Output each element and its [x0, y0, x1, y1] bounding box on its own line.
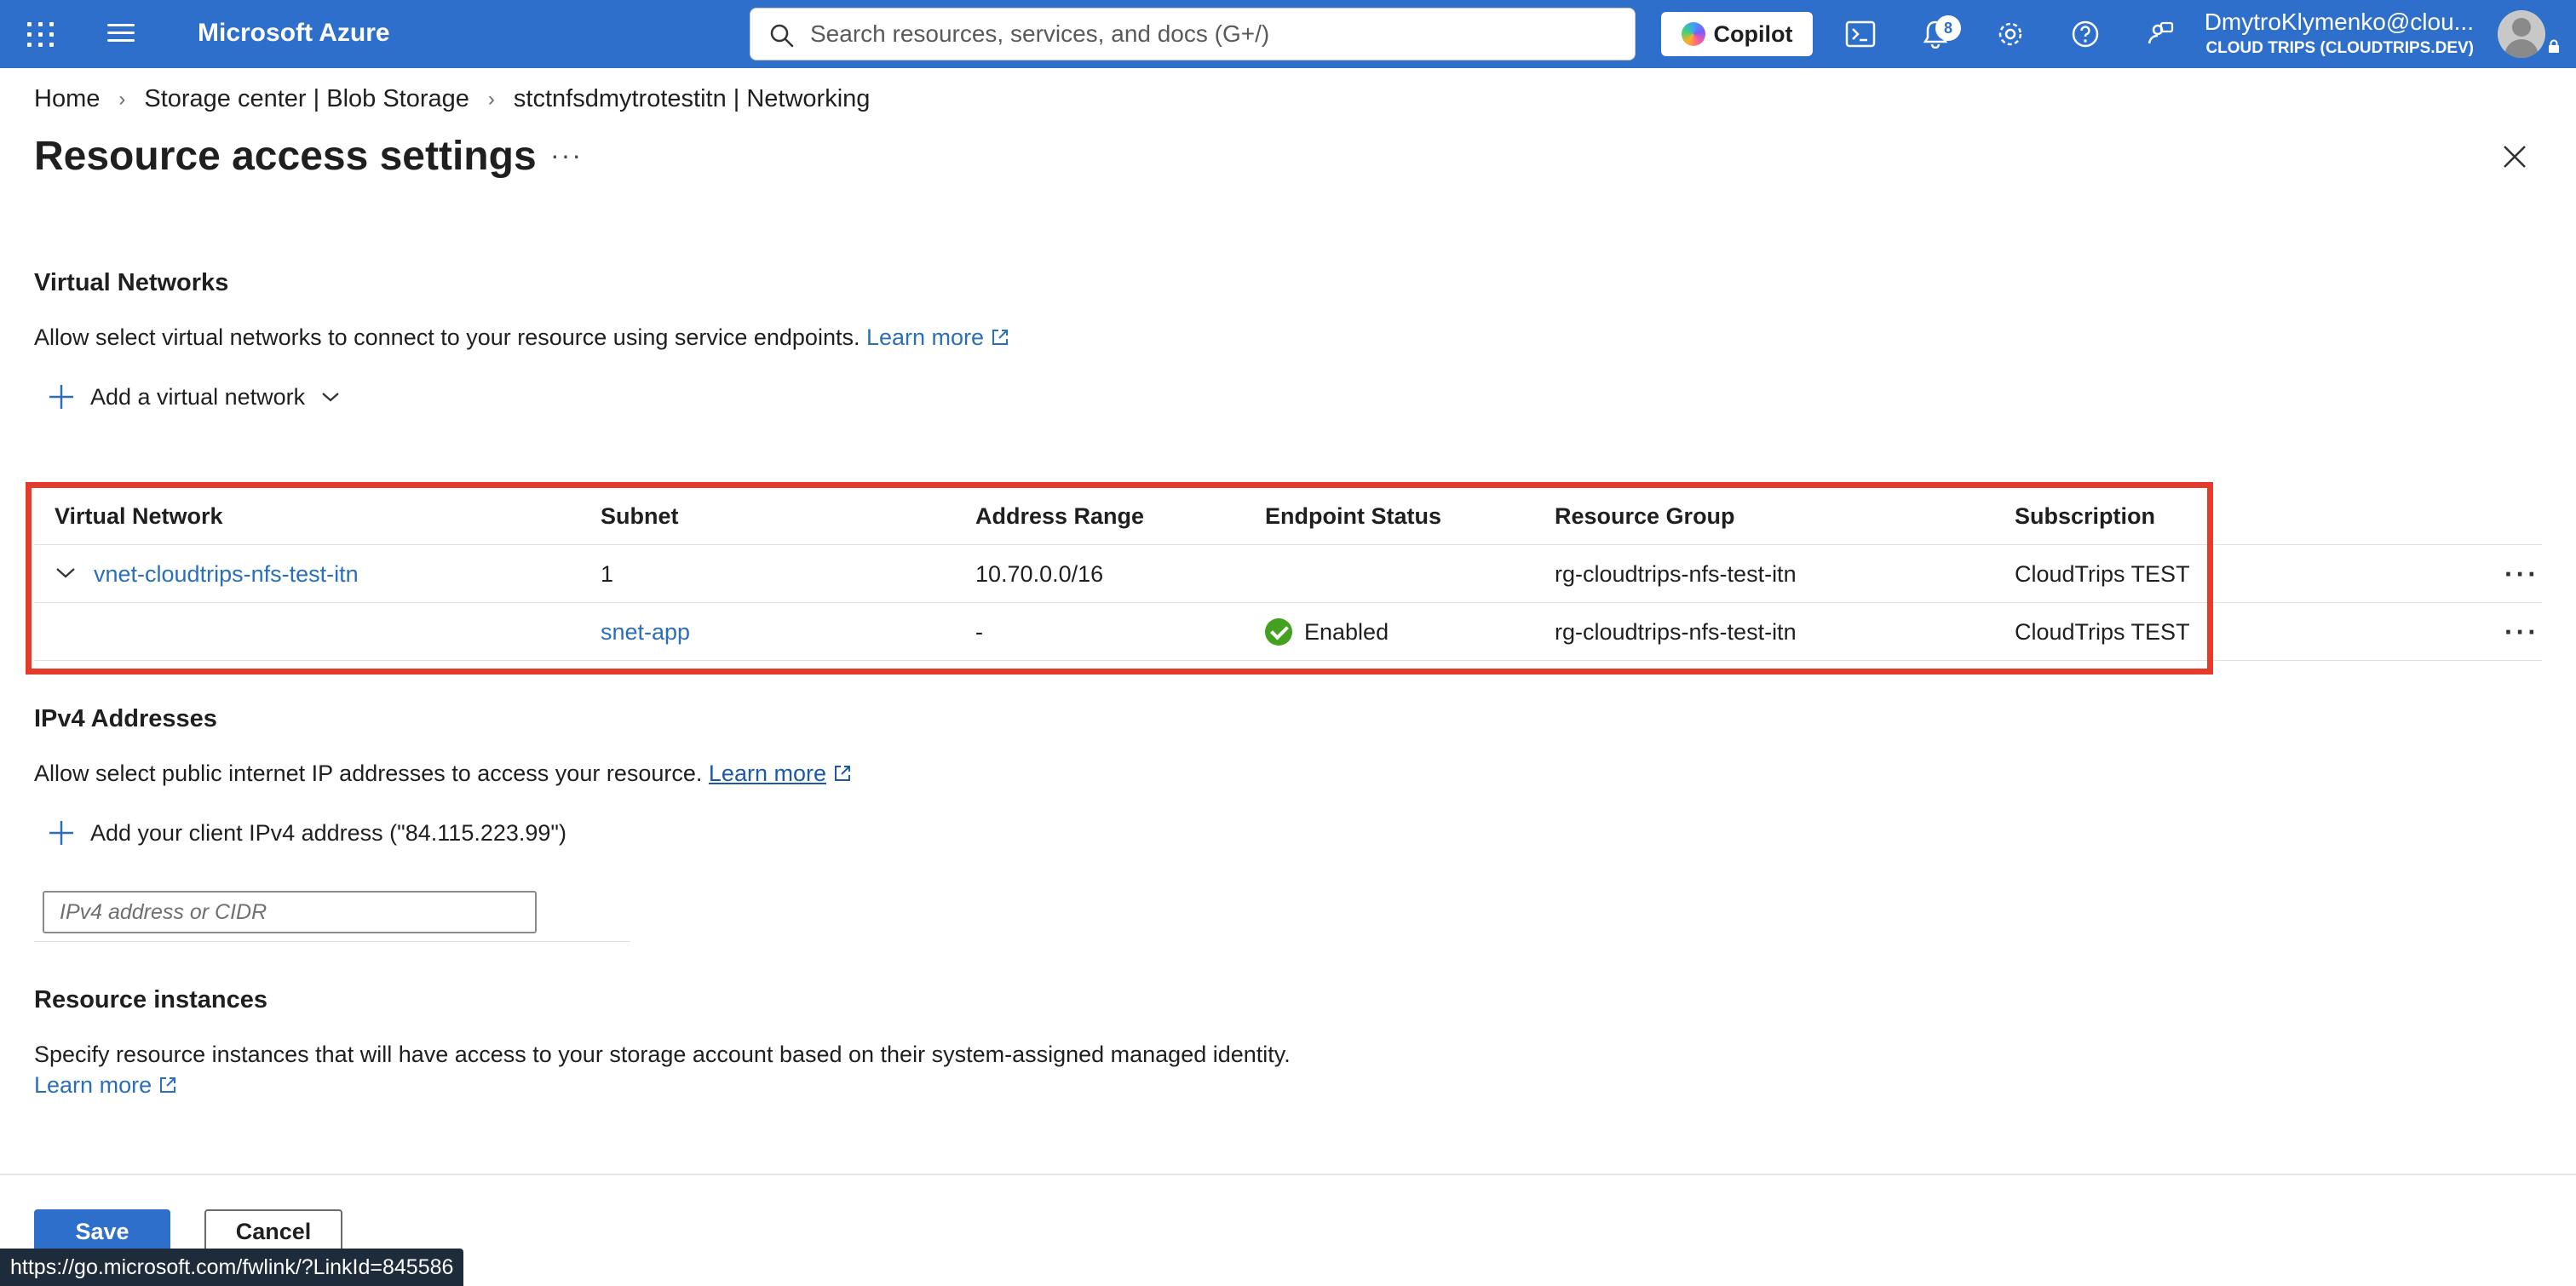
chevron-right-icon: › [118, 87, 126, 111]
copilot-button[interactable]: Copilot [1661, 12, 1813, 56]
row-more-actions-button[interactable]: ··· [2504, 545, 2539, 603]
add-virtual-network-button[interactable]: Add a virtual network [48, 383, 341, 410]
external-link-icon [160, 1077, 176, 1093]
copilot-icon [1681, 22, 1705, 46]
account-tenant: CLOUD TRIPS (CLOUDTRIPS.DEV) [2205, 39, 2474, 57]
cloud-shell-icon[interactable] [1843, 17, 1877, 51]
search-input[interactable] [810, 17, 1611, 51]
account-menu[interactable]: DmytroKlymenko@clou... CLOUD TRIPS (CLOU… [2205, 9, 2474, 58]
account-name: DmytroKlymenko@clou... [2204, 9, 2474, 35]
virtual-networks-learn-more-link[interactable]: Learn more [866, 324, 1009, 350]
row-more-actions-button[interactable]: ··· [2504, 603, 2539, 661]
add-client-ip-label: Add your client IPv4 address ("84.115.22… [90, 819, 566, 846]
help-icon[interactable] [2068, 17, 2102, 51]
learn-more-label: Learn more [708, 761, 826, 786]
app-launcher-icon[interactable] [27, 20, 55, 48]
link-status-bar: https://go.microsoft.com/fwlink/?LinkId=… [0, 1249, 464, 1286]
feedback-icon[interactable] [2143, 17, 2177, 51]
plus-icon [49, 385, 73, 409]
cancel-button[interactable]: Cancel [204, 1209, 342, 1254]
learn-more-label: Learn more [865, 324, 985, 350]
divider [34, 941, 630, 942]
save-button[interactable]: Save [34, 1209, 170, 1254]
breadcrumb-storage-center[interactable]: Storage center | Blob Storage [144, 85, 469, 113]
learn-more-label-part1: Learn [34, 1072, 94, 1098]
virtual-networks-description-text: Allow select virtual networks to connect… [34, 324, 860, 350]
page-title: Resource access settings [34, 134, 537, 179]
resource-instances-description-text: Specify resource instances that will hav… [34, 1042, 1291, 1067]
ipv4-address-input[interactable] [43, 891, 537, 933]
resource-instances-description: Specify resource instances that will hav… [34, 1039, 1329, 1100]
breadcrumb-home[interactable]: Home [34, 85, 100, 113]
portal-menu-icon[interactable] [107, 24, 135, 43]
top-bar: Microsoft Azure Copilot 8 DmytroKlymenko… [0, 0, 2576, 68]
resource-instances-heading: Resource instances [34, 986, 268, 1013]
plus-icon [49, 821, 73, 845]
external-link-icon [992, 330, 1009, 345]
resource-instances-learn-more-link[interactable]: Learn more [34, 1072, 177, 1098]
virtual-networks-description: Allow select virtual networks to connect… [34, 322, 1009, 353]
virtual-networks-heading: Virtual Networks [34, 269, 229, 296]
ipv4-learn-more-link[interactable]: Learn more [709, 761, 852, 786]
chevron-down-icon [322, 393, 339, 402]
settings-gear-icon[interactable] [1993, 17, 2027, 51]
add-virtual-network-label: Add a virtual network [90, 383, 306, 410]
more-actions-button[interactable]: ··· [550, 140, 583, 171]
notification-count-badge: 8 [1935, 15, 1961, 41]
close-icon[interactable] [2499, 141, 2530, 172]
breadcrumb-networking[interactable]: stctnfsdmytrotestitn | Networking [514, 85, 871, 113]
ipv4-description-text: Allow select public internet IP addresse… [34, 761, 703, 786]
learn-more-label-part2: more [99, 1072, 152, 1098]
search-icon [770, 24, 794, 48]
add-client-ip-button[interactable]: Add your client IPv4 address ("84.115.22… [48, 819, 566, 847]
footer-divider [0, 1174, 2576, 1175]
lock-icon [2549, 39, 2559, 53]
chevron-right-icon: › [487, 87, 495, 111]
brand-title[interactable]: Microsoft Azure [198, 19, 390, 48]
highlight-annotation-box [26, 482, 2213, 675]
ipv4-description: Allow select public internet IP addresse… [34, 758, 852, 789]
external-link-icon [834, 766, 850, 781]
copilot-label: Copilot [1713, 20, 1793, 47]
breadcrumb: Home › Storage center | Blob Storage › s… [34, 85, 870, 113]
global-search[interactable] [750, 8, 1636, 60]
ipv4-heading: IPv4 Addresses [34, 705, 217, 732]
avatar[interactable] [2498, 10, 2545, 58]
